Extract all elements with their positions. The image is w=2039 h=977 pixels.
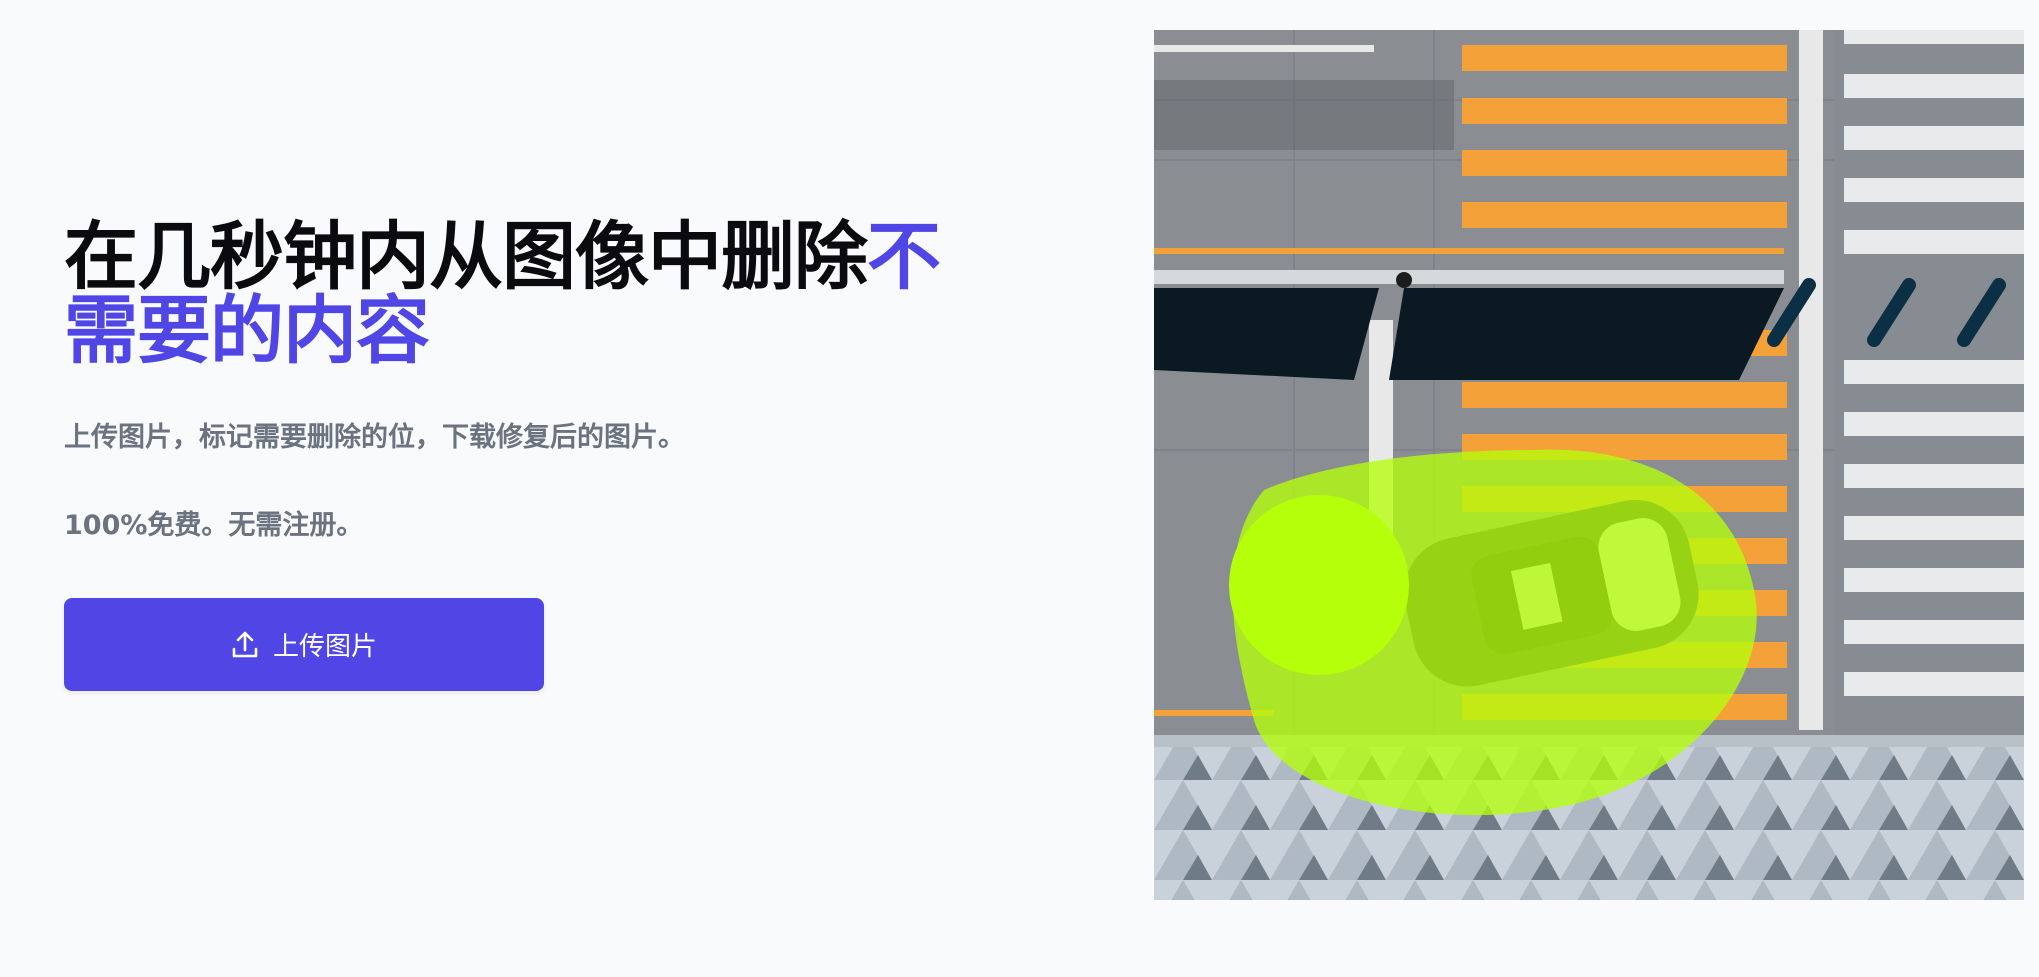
landing-page: 在几秒钟内从图像中删除不需要的内容 上传图片，标记需要删除的位，下载修复后的图片… xyxy=(0,0,2039,977)
free-note: 100%免费。无需注册。 xyxy=(64,510,364,541)
hero-subtitle: 上传图片，标记需要删除的位，下载修复后的图片。 xyxy=(64,422,685,453)
upload-icon xyxy=(231,630,259,660)
upload-image-button[interactable]: 上传图片 xyxy=(64,598,544,691)
upload-button-label: 上传图片 xyxy=(272,632,377,662)
demo-image xyxy=(1154,30,2024,900)
hero-section: 在几秒钟内从图像中删除不需要的内容 上传图片，标记需要删除的位，下载修复后的图片… xyxy=(64,220,1064,691)
page-title: 在几秒钟内从图像中删除不需要的内容 xyxy=(64,220,964,368)
